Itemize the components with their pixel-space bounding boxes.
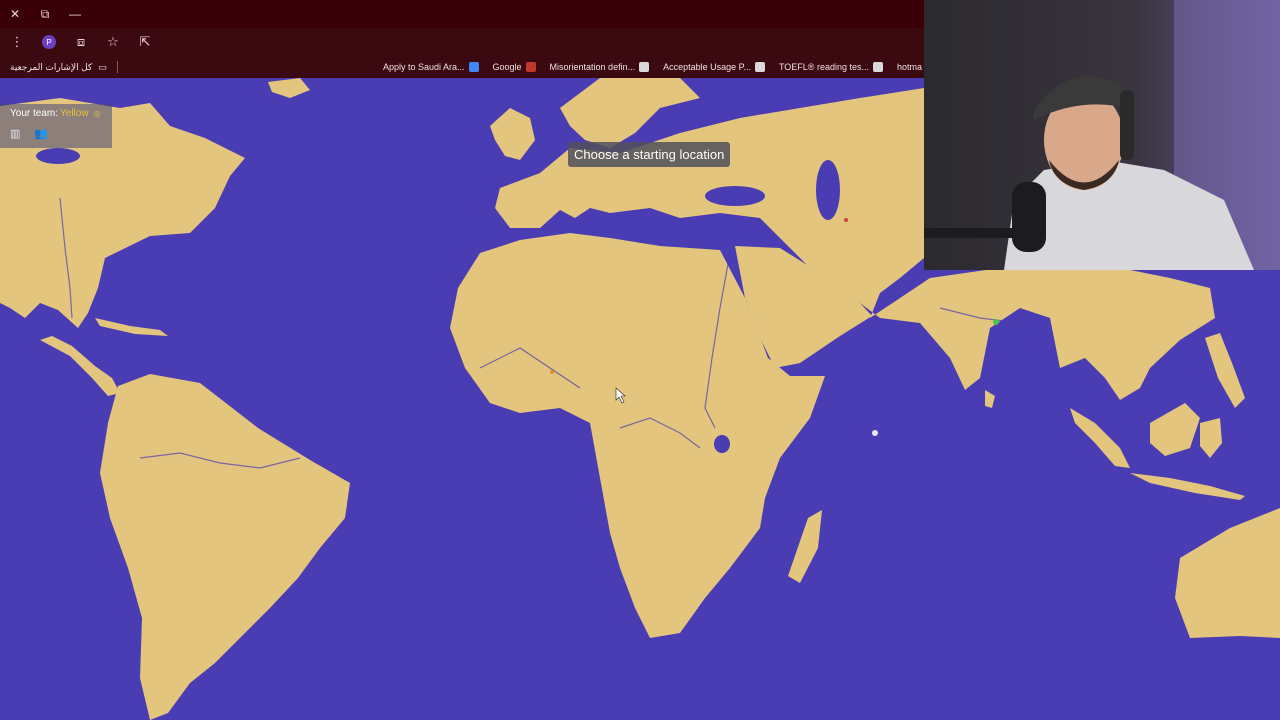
puzzle-icon: ⧈ [76,34,86,49]
headset-band [1120,90,1134,160]
team-value: Yellow [60,108,89,119]
minimize-icon: — [69,7,81,21]
bookmark-item[interactable]: Acceptable Usage P... [663,62,765,72]
star-icon: ☆ [107,34,119,49]
restore-window-button[interactable]: ⧉ [30,0,60,28]
close-window-button[interactable]: ✕ [0,0,30,28]
bookmark-favicon-icon [639,62,650,72]
cast-icon: ⇱ [139,34,151,49]
webcam-overlay [924,0,1280,270]
team-label: Your team: [10,108,58,119]
profile-button[interactable]: P [36,30,62,54]
mic-arm [924,228,1024,238]
bookmark-item[interactable]: Apply to Saudi Ara... [383,62,479,72]
menu-button[interactable]: ⋮ [4,30,30,54]
bookmarks-divider [116,61,118,73]
bookmark-label: Apply to Saudi Ara... [382,62,465,72]
bookmark-favicon-icon [525,62,536,72]
bookmark-label: Acceptable Usage P... [663,62,751,72]
team-line: Your team: Yellow ◎ [10,108,102,119]
bookmark-star-button[interactable]: ☆ [100,30,126,54]
marker-india[interactable] [993,319,999,325]
bookmarks-bar: كل الإشارات المرجعية ▭ Apply to Saudi Ar… [0,56,924,78]
bookmark-item[interactable]: Misorientation defin... [550,62,650,72]
kebab-menu-icon: ⋮ [10,34,24,49]
screen: ✕ ⧉ — ⋮ P ⧈ ☆ ⇱ كل الإشارات المرجعية ▭ A… [0,0,1280,720]
all-bookmarks-label[interactable]: كل الإشارات المرجعية [10,62,92,73]
microphone [1012,182,1046,252]
folder-icon: ▭ [98,61,107,72]
webcam-person-image [924,0,1280,270]
bookmark-item[interactable]: TOEFL® reading tes... [779,62,883,72]
restore-icon: ⧉ [40,6,50,21]
team-panel: Your team: Yellow ◎ ▥ 👥 [0,104,112,148]
team-target-icon: ◎ [93,109,101,118]
marker-ocean-bubble[interactable] [872,430,878,436]
sea-black [705,186,765,206]
lake-caspian [816,160,840,220]
browser-toolbar: ⋮ P ⧈ ☆ ⇱ [0,28,924,56]
bookmark-label: hotma [896,62,922,72]
extensions-button[interactable]: ⧈ [68,30,94,54]
players-icon[interactable]: 👥 [34,127,48,140]
bookmark-item[interactable]: hotma [897,62,922,72]
bookmark-favicon-icon [754,62,765,72]
bookmark-item[interactable]: Google [493,62,536,72]
marker-west-africa[interactable] [550,370,554,374]
bookmark-favicon-icon [468,62,479,72]
bookmark-label: TOEFL® reading tes... [778,62,869,72]
bookmark-favicon-icon [872,62,883,72]
bookmarks-list: Apply to Saudi Ara... Google Misorientatio… [375,62,924,72]
bookmark-label: Misorientation defin... [549,62,636,72]
profile-avatar-icon: P [42,35,56,49]
marker-arabia[interactable] [844,218,848,222]
lake-great-lakes [36,148,80,164]
browser-titlebar: ✕ ⧉ — [0,0,924,28]
leaderboard-icon[interactable]: ▥ [10,127,20,140]
bookmark-label: Google [492,62,522,72]
team-actions: ▥ 👥 [10,127,102,140]
cast-button[interactable]: ⇱ [132,30,158,54]
lake-victoria [714,435,730,453]
start-location-prompt: Choose a starting location [568,142,731,167]
minimize-window-button[interactable]: — [60,0,90,28]
close-icon: ✕ [9,7,21,21]
